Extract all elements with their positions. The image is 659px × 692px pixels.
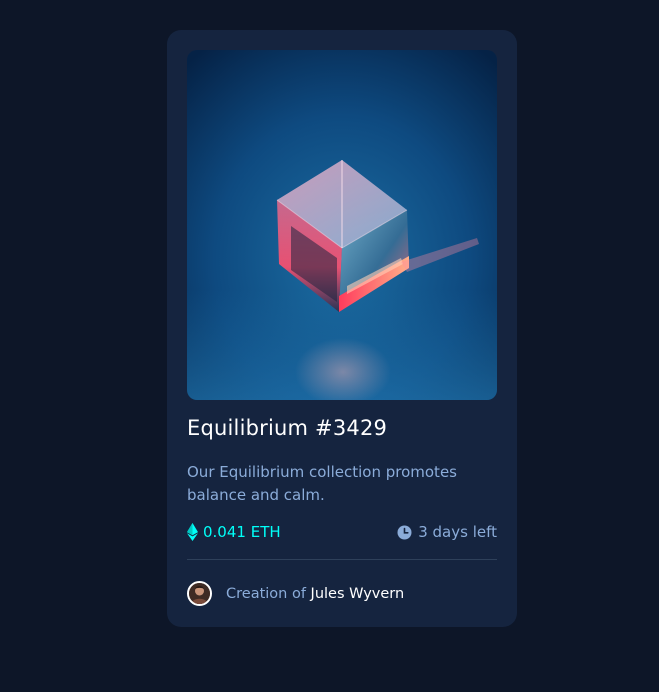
time-left-block: 3 days left	[397, 523, 497, 541]
nft-image[interactable]	[187, 50, 497, 400]
nft-description: Our Equilibrium collection promotes bala…	[187, 463, 457, 504]
clock-icon	[397, 525, 412, 539]
time-left-value: 3 days left	[418, 523, 497, 541]
creator-name-link[interactable]: Jules Wyvern	[311, 586, 405, 602]
price-value: 0.041 ETH	[203, 523, 281, 541]
creator-prefix: Creation of	[226, 585, 306, 602]
nft-title[interactable]: Equilibrium #3429	[187, 416, 387, 440]
price-block: 0.041 ETH	[187, 523, 281, 541]
creator-block: Creation of Jules Wyvern	[187, 581, 404, 606]
ethereum-icon	[187, 523, 198, 541]
divider	[187, 559, 497, 560]
nft-preview-card: Equilibrium #3429 Our Equilibrium collec…	[167, 30, 517, 627]
avatar	[187, 581, 212, 606]
